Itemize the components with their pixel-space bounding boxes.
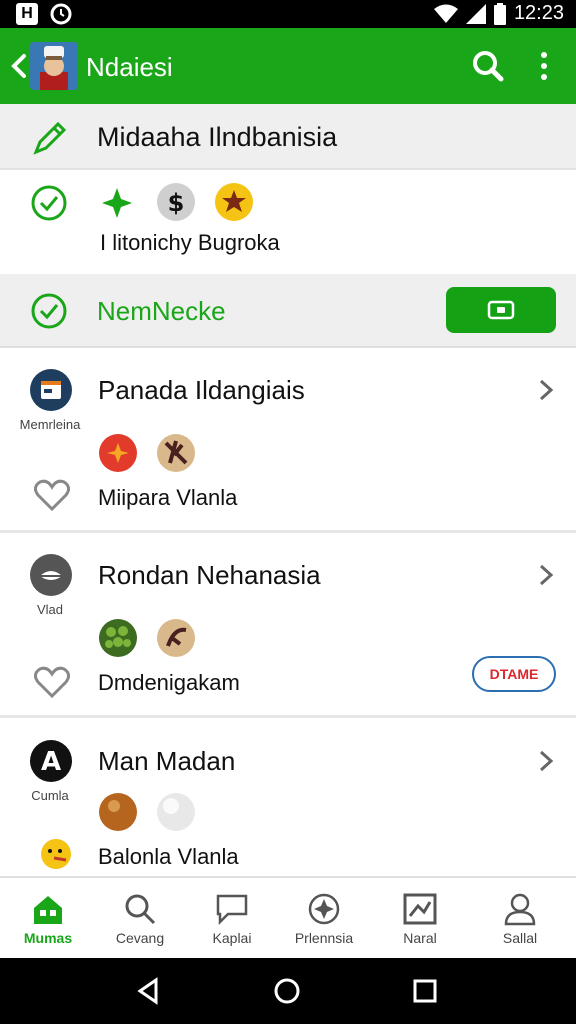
status-bar: H 12:23 xyxy=(0,0,576,28)
list-item-caption: Cumla xyxy=(31,788,69,803)
icons-row: $ I litonichy Bugroka xyxy=(0,170,576,274)
letter-a-icon: A xyxy=(30,740,72,782)
list-item[interactable]: Vlad Rondan Nehanasia Dmdenigakam DTAME xyxy=(0,534,576,718)
app-title: Ndaiesi xyxy=(86,52,173,82)
nav-tab-naral[interactable]: Naral xyxy=(372,878,468,960)
nav-tab-cevang[interactable]: Cevang xyxy=(92,878,188,960)
sync-icon xyxy=(50,3,72,25)
profile-icon xyxy=(504,893,536,926)
nav-label: Cevang xyxy=(115,930,165,946)
document-icon xyxy=(30,369,72,411)
notification-h-icon: H xyxy=(16,3,38,25)
bronze-coin-icon xyxy=(99,793,137,831)
lips-icon xyxy=(30,554,72,596)
nav-label: Kaplai xyxy=(212,930,252,946)
wifi-icon xyxy=(433,4,458,23)
home-circle-icon[interactable] xyxy=(272,976,302,1006)
tan-emblem-icon xyxy=(157,434,195,472)
app-bar: Ndaiesi xyxy=(0,28,576,104)
action-row-label: NemNecke xyxy=(97,296,226,326)
svg-text:$: $ xyxy=(168,189,185,217)
nav-tab-kaplai[interactable]: Kaplai xyxy=(184,878,280,960)
list-item-title: Man Madan xyxy=(98,746,236,776)
avatar[interactable] xyxy=(30,42,78,90)
nav-tab-sallal[interactable]: Sallal xyxy=(472,878,568,960)
wallet-icon xyxy=(487,300,515,320)
sun-badge-icon xyxy=(215,183,253,221)
action-button[interactable] xyxy=(446,287,556,333)
status-badge[interactable]: DTAME xyxy=(472,656,556,692)
check-circle-icon[interactable] xyxy=(30,184,68,222)
search-icon[interactable] xyxy=(468,46,508,86)
list-item-caption: Memrleina xyxy=(19,417,81,432)
clock: 12:23 xyxy=(513,2,564,24)
nav-tab-prlennsia[interactable]: Prlennsia xyxy=(276,878,372,960)
system-navigation-bar xyxy=(0,958,576,1024)
heart-icon[interactable] xyxy=(34,666,70,698)
list-item-caption: Vlad xyxy=(36,602,64,617)
chevron-right-icon[interactable] xyxy=(536,560,556,590)
sparkle-icon xyxy=(102,188,132,218)
peas-icon xyxy=(99,619,137,657)
white-ball-icon xyxy=(157,793,195,831)
compass-icon xyxy=(308,893,340,925)
nav-label: Mumas xyxy=(23,930,73,946)
header-title: Midaaha Ilndbanisia xyxy=(97,122,338,152)
header-row[interactable]: Midaaha Ilndbanisia xyxy=(0,104,576,170)
bottom-navigation: Mumas Cevang Kaplai Prlennsia Naral Sall… xyxy=(0,876,576,958)
red-flower-icon xyxy=(99,434,137,472)
nav-tab-mumas[interactable]: Mumas xyxy=(0,878,96,960)
frame-icon xyxy=(403,893,437,925)
list-item-subtitle: Dmdenigakam xyxy=(98,670,240,695)
back-arrow-icon[interactable] xyxy=(4,48,32,84)
chevron-right-icon[interactable] xyxy=(536,746,556,776)
tan-emblem-icon xyxy=(157,619,195,657)
coin-dollar-icon: $ xyxy=(157,183,195,221)
list-item-title: Rondan Nehanasia xyxy=(98,560,321,590)
list-item[interactable]: Memrleina Panada Ildangiais Miipara Vlan… xyxy=(0,349,576,533)
recent-apps-icon[interactable] xyxy=(410,976,440,1006)
nav-label: Sallal xyxy=(502,930,538,946)
icons-row-subtitle: I litonichy Bugroka xyxy=(100,230,280,255)
back-triangle-icon[interactable] xyxy=(134,976,164,1006)
chevron-right-icon[interactable] xyxy=(536,375,556,405)
nav-label: Prlennsia xyxy=(294,930,354,946)
chat-icon xyxy=(216,894,248,926)
battery-icon xyxy=(493,2,506,25)
heart-icon[interactable] xyxy=(34,479,70,511)
signal-icon xyxy=(465,3,486,24)
overflow-menu-icon[interactable] xyxy=(528,46,560,86)
nav-label: Naral xyxy=(403,930,437,946)
list-item-title: Panada Ildangiais xyxy=(98,375,305,405)
home-icon xyxy=(34,896,62,924)
svg-text:A: A xyxy=(41,747,61,777)
list-item[interactable]: A Cumla Man Madan Balonla Vlanla xyxy=(0,720,576,876)
emoji-icon xyxy=(41,839,71,869)
check-circle-icon[interactable] xyxy=(30,292,68,330)
list-item-subtitle: Balonla Vlanla xyxy=(98,844,239,869)
search-icon xyxy=(125,894,156,925)
action-row[interactable]: NemNecke xyxy=(0,274,576,348)
pencil-icon xyxy=(33,121,67,155)
list-item-subtitle: Miipara Vlanla xyxy=(98,485,238,510)
